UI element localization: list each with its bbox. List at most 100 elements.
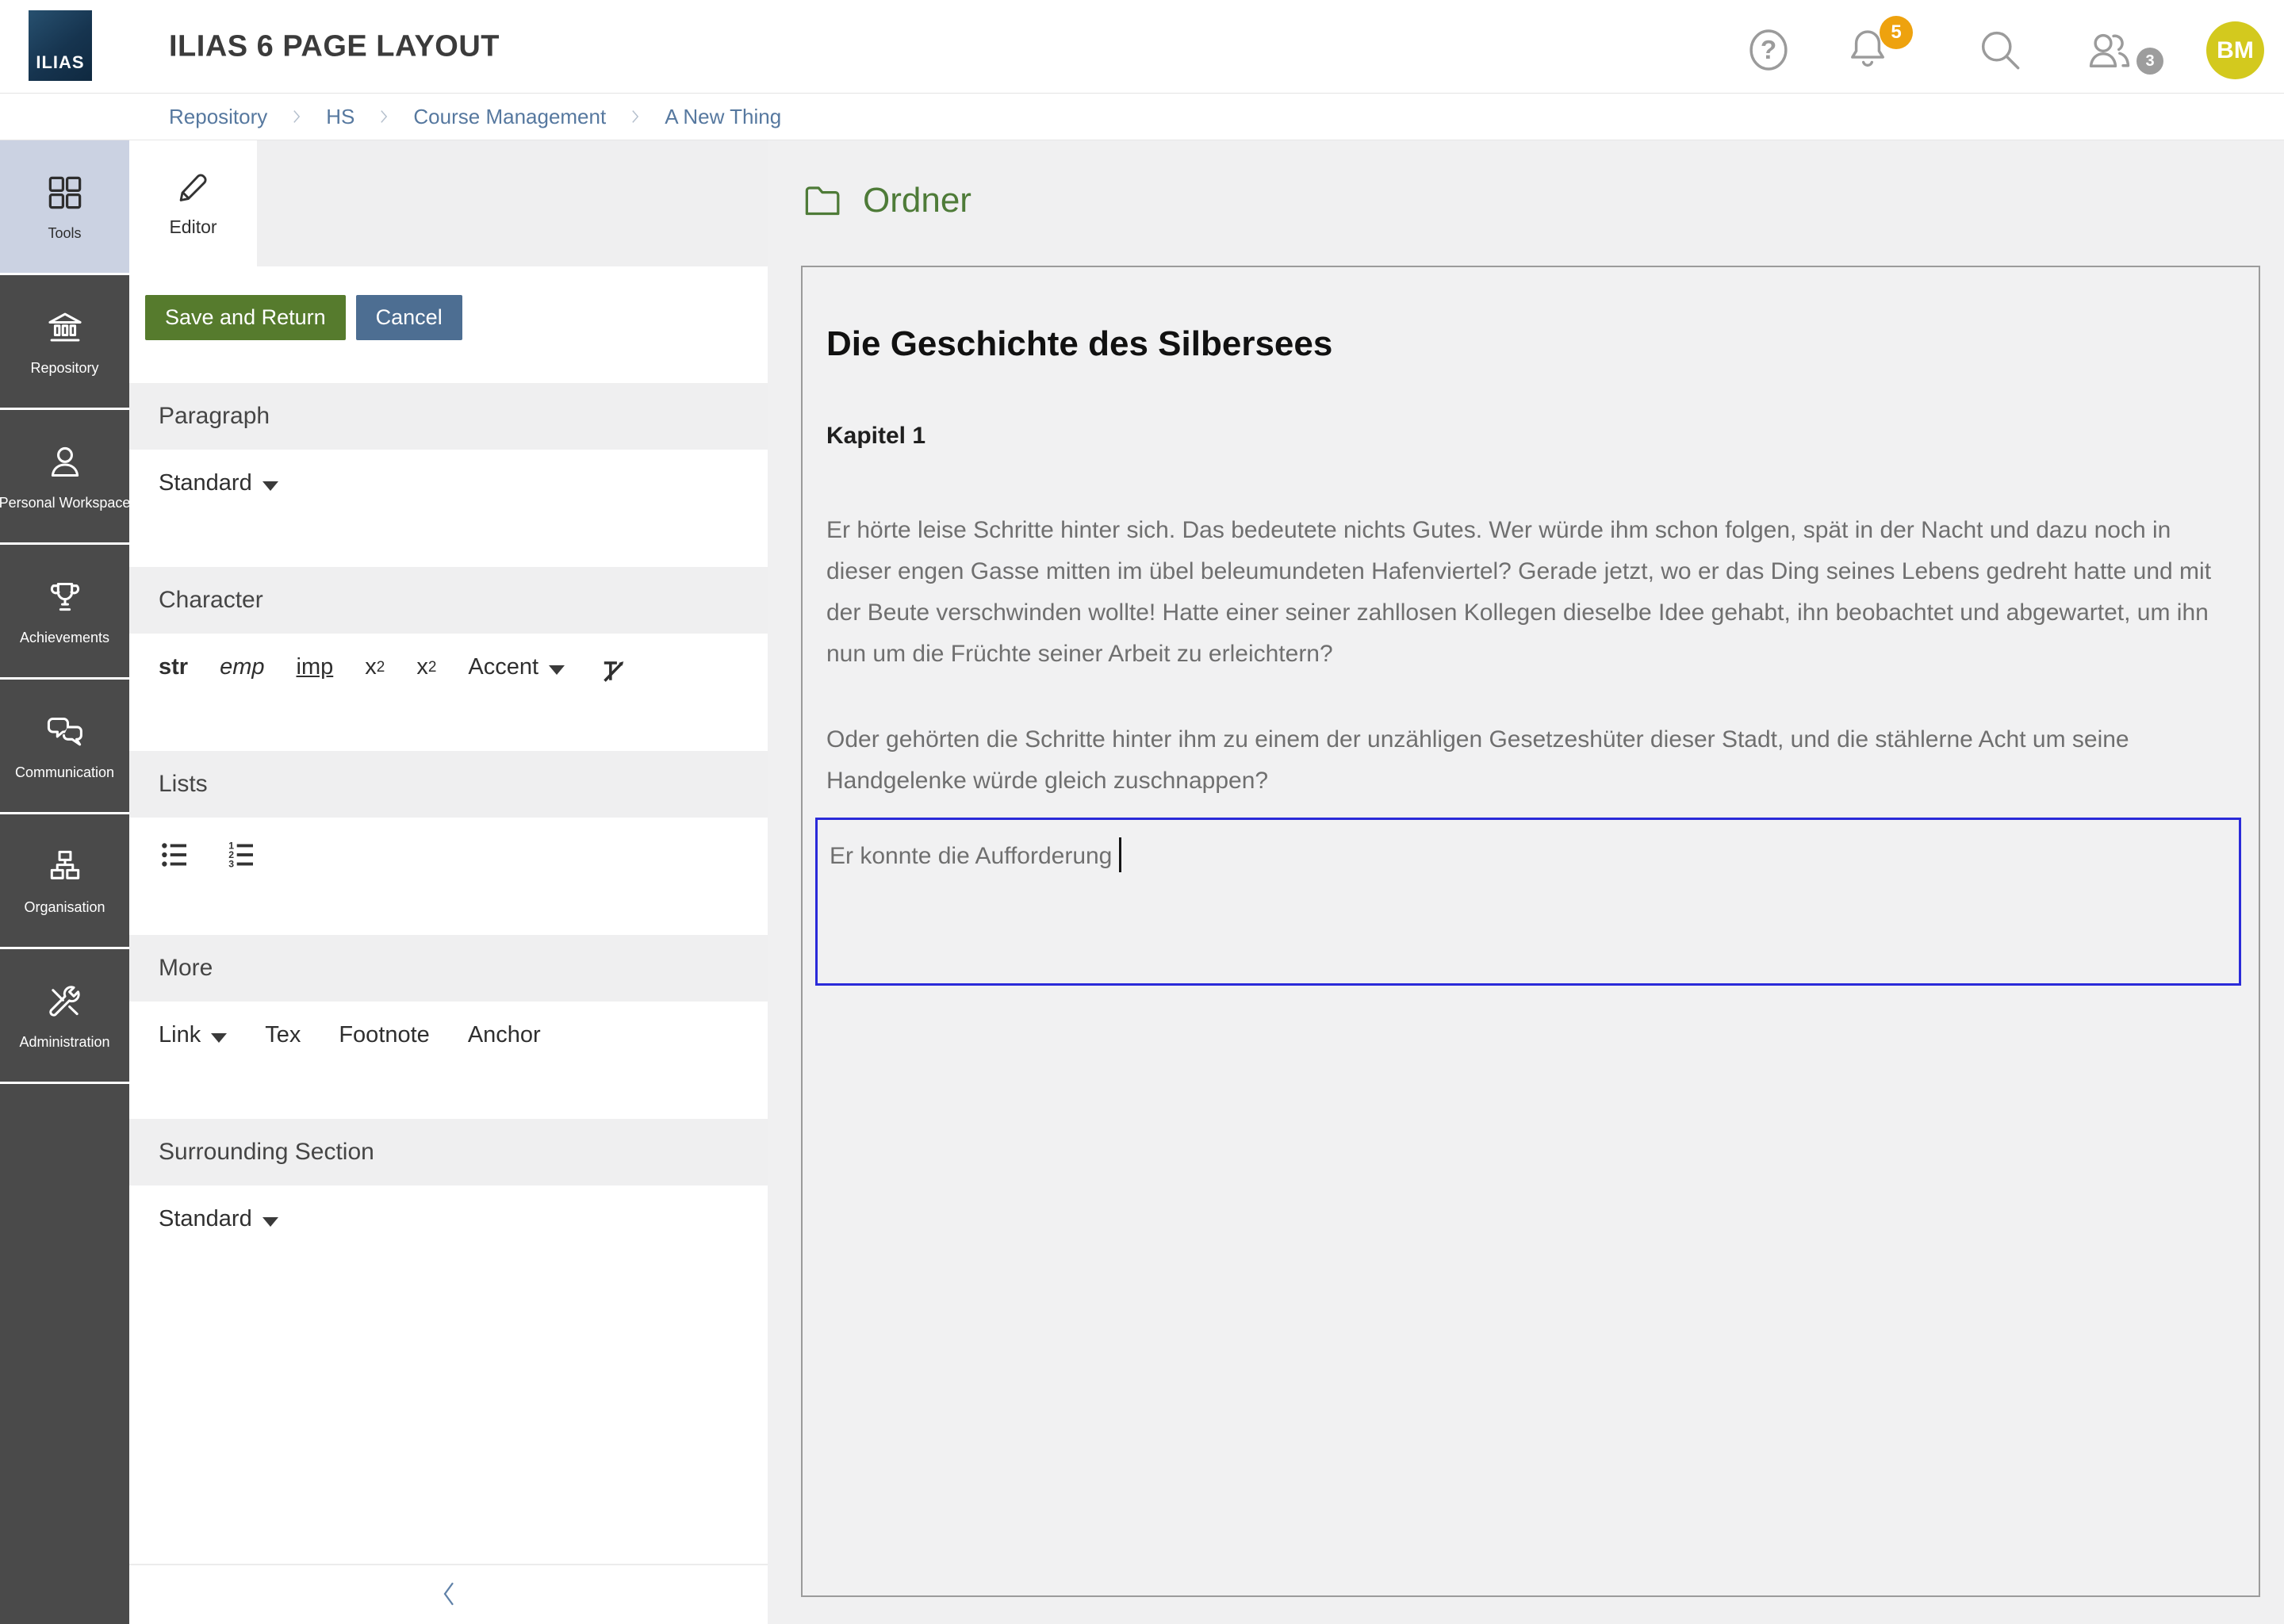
sidebar-item-label: Personal Workspace xyxy=(0,495,130,511)
ilias-logo[interactable]: ILIAS xyxy=(29,10,92,81)
paragraph-section-body: Standard xyxy=(129,450,768,567)
tools-crossed-icon xyxy=(44,981,86,1022)
sidebar-item-personal-workspace[interactable]: Personal Workspace xyxy=(0,410,129,545)
important-button[interactable]: imp xyxy=(297,654,334,680)
content-block-paragraph-2[interactable]: Oder gehörten die Schritte hinter ihm zu… xyxy=(826,719,2235,802)
sidebar-item-repository[interactable]: Repository xyxy=(0,275,129,410)
logo-text: ILIAS xyxy=(36,52,84,73)
editor-panel: Editor Save and Return Cancel Paragraph … xyxy=(129,140,768,1624)
question-icon: ? xyxy=(1743,25,1794,75)
footnote-button[interactable]: Footnote xyxy=(339,1022,429,1048)
object-heading: Ordner xyxy=(801,180,2284,221)
sidebar-item-label: Administration xyxy=(19,1034,109,1051)
caret-down-icon xyxy=(211,1033,227,1043)
subscript-button[interactable]: x2 xyxy=(416,654,436,680)
lists-section-body: 1 2 3 xyxy=(129,818,768,935)
surrounding-style-value: Standard xyxy=(159,1206,252,1232)
sidebar-item-tools[interactable]: Tools xyxy=(0,140,129,275)
pencil-icon xyxy=(175,169,212,205)
edit-area-text: Er konnte die Aufforderung xyxy=(830,843,1112,869)
strong-button[interactable]: str xyxy=(159,654,188,680)
chat-bubbles-icon xyxy=(44,711,86,753)
sidebar: Tools Repository Personal Workspace xyxy=(0,140,129,1624)
contacts-button[interactable] xyxy=(2084,25,2135,75)
sidebar-item-administration[interactable]: Administration xyxy=(0,949,129,1084)
subscript-base: x xyxy=(416,654,428,680)
bullet-list-button[interactable] xyxy=(159,838,192,871)
accent-dropdown[interactable]: Accent xyxy=(468,654,565,680)
surrounding-section-heading: Surrounding Section xyxy=(129,1119,768,1185)
character-section-heading: Character xyxy=(129,567,768,634)
users-icon xyxy=(2084,25,2135,75)
superscript-exp: 2 xyxy=(377,659,385,676)
lists-section-heading: Lists xyxy=(129,751,768,818)
sidebar-item-communication[interactable]: Communication xyxy=(0,680,129,814)
svg-text:?: ? xyxy=(1761,36,1776,65)
page-editor-canvas: Die Geschichte des Silbersees Kapitel 1 … xyxy=(801,266,2260,1597)
clear-format-icon xyxy=(596,654,630,688)
link-label: Link xyxy=(159,1022,201,1048)
breadcrumb-course-management[interactable]: Course Management xyxy=(413,105,606,129)
accent-label: Accent xyxy=(468,654,538,680)
chevron-right-icon xyxy=(288,105,305,128)
paragraph-style-value: Standard xyxy=(159,470,252,496)
numbered-list-button[interactable]: 1 2 3 xyxy=(225,838,259,871)
sidebar-item-label: Communication xyxy=(15,764,114,781)
page-title: ILIAS 6 PAGE LAYOUT xyxy=(169,29,500,63)
editor-actions: Save and Return Cancel xyxy=(145,295,768,340)
link-dropdown[interactable]: Link xyxy=(159,1022,227,1048)
breadcrumb-a-new-thing[interactable]: A New Thing xyxy=(665,105,781,129)
breadcrumb: Repository HS Course Management A New Th… xyxy=(0,93,2284,140)
avatar[interactable]: BM xyxy=(2206,21,2264,79)
ilias-screen: ILIAS ILIAS 6 PAGE LAYOUT ? 5 xyxy=(0,0,2284,1624)
editor-panel-footer xyxy=(129,1564,768,1624)
grid-icon xyxy=(44,172,86,213)
search-button[interactable] xyxy=(1975,25,2025,75)
caret-down-icon xyxy=(263,481,278,491)
breadcrumb-hs[interactable]: HS xyxy=(326,105,354,129)
tab-editor-label: Editor xyxy=(169,216,217,238)
bullet-list-icon xyxy=(159,838,192,871)
tex-button[interactable]: Tex xyxy=(265,1022,301,1048)
sidebar-item-organisation[interactable]: Organisation xyxy=(0,814,129,949)
cancel-button[interactable]: Cancel xyxy=(356,295,462,340)
sidebar-item-achievements[interactable]: Achievements xyxy=(0,545,129,680)
chevron-right-icon xyxy=(375,105,393,128)
tab-editor[interactable]: Editor xyxy=(129,140,257,266)
active-edit-area[interactable]: Er konnte die Aufforderung xyxy=(815,818,2241,986)
surrounding-style-dropdown[interactable]: Standard xyxy=(159,1206,278,1232)
content-block-paragraph-1[interactable]: Er hörte leise Schritte hinter sich. Das… xyxy=(826,510,2235,675)
svg-text:3: 3 xyxy=(228,858,234,869)
character-section-body: str emp imp x2 x2 Accent xyxy=(129,634,768,751)
header: ILIAS ILIAS 6 PAGE LAYOUT ? 5 xyxy=(0,0,2284,93)
content-block-title[interactable]: Die Geschichte des Silbersees xyxy=(826,324,2235,364)
content-block-chapter[interactable]: Kapitel 1 xyxy=(826,423,2235,450)
sidebar-item-label: Organisation xyxy=(24,899,105,916)
superscript-base: x xyxy=(365,654,377,680)
breadcrumb-repository[interactable]: Repository xyxy=(169,105,267,129)
save-and-return-button[interactable]: Save and Return xyxy=(145,295,346,340)
numbered-list-icon: 1 2 3 xyxy=(225,838,259,871)
sidebar-item-label: Repository xyxy=(30,360,98,377)
anchor-button[interactable]: Anchor xyxy=(468,1022,541,1048)
clear-format-button[interactable] xyxy=(596,654,630,688)
caret-down-icon xyxy=(263,1217,278,1227)
more-section-body: Link Tex Footnote Anchor xyxy=(129,1002,768,1119)
editor-tab-bar: Editor xyxy=(129,140,768,266)
bank-icon xyxy=(44,307,86,348)
sidebar-item-label: Tools xyxy=(48,225,81,242)
sidebar-item-label: Achievements xyxy=(20,630,109,646)
help-button[interactable]: ? xyxy=(1743,25,1794,75)
paragraph-style-dropdown[interactable]: Standard xyxy=(159,470,278,496)
subscript-exp: 2 xyxy=(428,659,437,676)
chevron-right-icon xyxy=(627,105,644,128)
object-title: Ordner xyxy=(863,181,971,220)
paragraph-section-heading: Paragraph xyxy=(129,383,768,450)
contacts-badge: 3 xyxy=(2136,48,2163,75)
trophy-icon xyxy=(44,576,86,618)
search-icon xyxy=(1975,25,2025,75)
superscript-button[interactable]: x2 xyxy=(365,654,385,680)
collapse-panel-button[interactable] xyxy=(437,1576,461,1614)
notification-badge: 5 xyxy=(1880,16,1913,49)
emphasis-button[interactable]: emp xyxy=(220,654,264,680)
